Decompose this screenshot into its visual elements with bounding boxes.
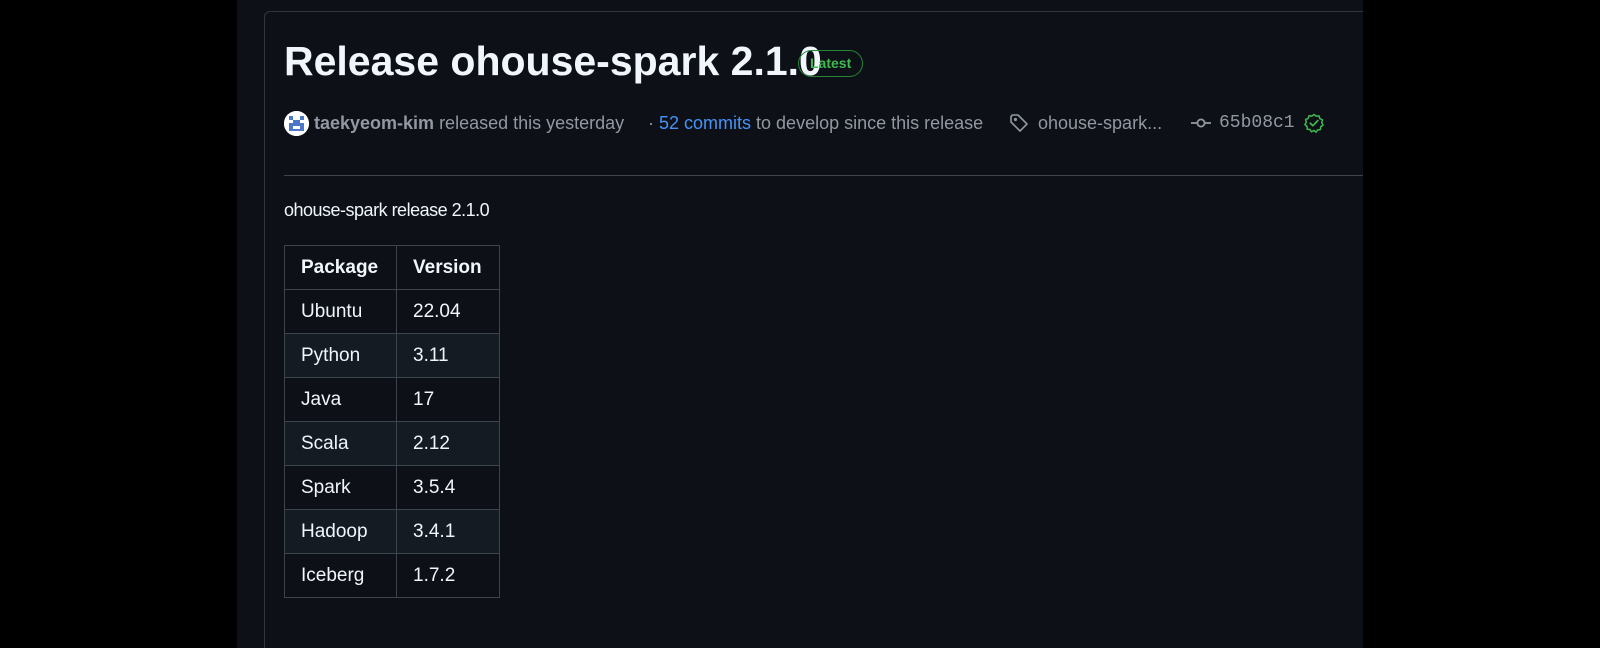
released-text: released this yesterday [439, 112, 625, 133]
table-row: Hadoop 3.4.1 [284, 509, 500, 554]
latest-badge: Latest [798, 50, 864, 77]
commits-link[interactable]: 52 commits [659, 113, 751, 134]
table-row: Python 3.11 [284, 333, 500, 378]
version-cell: 22.04 [396, 289, 500, 334]
check-circle-icon[interactable] [1303, 113, 1324, 133]
table-row: Iceberg 1.7.2 [284, 553, 500, 598]
git-commit-icon [1190, 115, 1212, 131]
tag-meta[interactable]: ohouse-spark... [1009, 110, 1162, 136]
table-row: Spark 3.5.4 [284, 465, 500, 510]
table-header-row: Package Version [284, 245, 500, 290]
commit-sha[interactable]: 65b08c1 [1219, 113, 1295, 133]
avatar-identicon [284, 110, 309, 136]
table-row: Java 17 [284, 377, 500, 422]
version-cell: 3.11 [396, 333, 500, 378]
package-cell: Spark [284, 465, 397, 510]
package-cell: Ubuntu [284, 289, 397, 334]
version-cell: 2.12 [396, 421, 500, 466]
release-description: ohouse-spark release 2.1.0 [284, 200, 490, 220]
separator-dot: · [648, 112, 654, 133]
commits-meta: · 52 commits to develop since this relea… [648, 110, 983, 136]
column-header-version: Version [396, 245, 500, 290]
avatar[interactable] [284, 110, 309, 136]
version-cell: 17 [396, 377, 500, 422]
release-author-meta: taekyeom-kim released this yesterday [284, 110, 624, 136]
package-cell: Scala [284, 421, 397, 466]
release-title[interactable]: Release ohouse-spark 2.1.0 [284, 36, 822, 86]
table-row: Ubuntu 22.04 [284, 289, 500, 334]
package-cell: Java [284, 377, 397, 422]
tag-label[interactable]: ohouse-spark... [1038, 113, 1162, 134]
version-cell: 1.7.2 [396, 553, 500, 598]
package-cell: Hadoop [284, 509, 397, 554]
package-version-table: Package Version Ubuntu 22.04 Python 3.11… [284, 245, 500, 598]
author-link[interactable]: taekyeom-kim [314, 113, 434, 134]
package-cell: Iceberg [284, 553, 397, 598]
version-cell: 3.5.4 [396, 465, 500, 510]
tag-icon [1009, 113, 1029, 133]
table-row: Scala 2.12 [284, 421, 500, 466]
commits-text: to develop since this release [756, 112, 984, 133]
column-header-package: Package [284, 245, 397, 290]
version-cell: 3.4.1 [396, 509, 500, 554]
commit-meta: 65b08c1 [1190, 110, 1324, 136]
package-cell: Python [284, 333, 397, 378]
divider [284, 175, 1363, 176]
